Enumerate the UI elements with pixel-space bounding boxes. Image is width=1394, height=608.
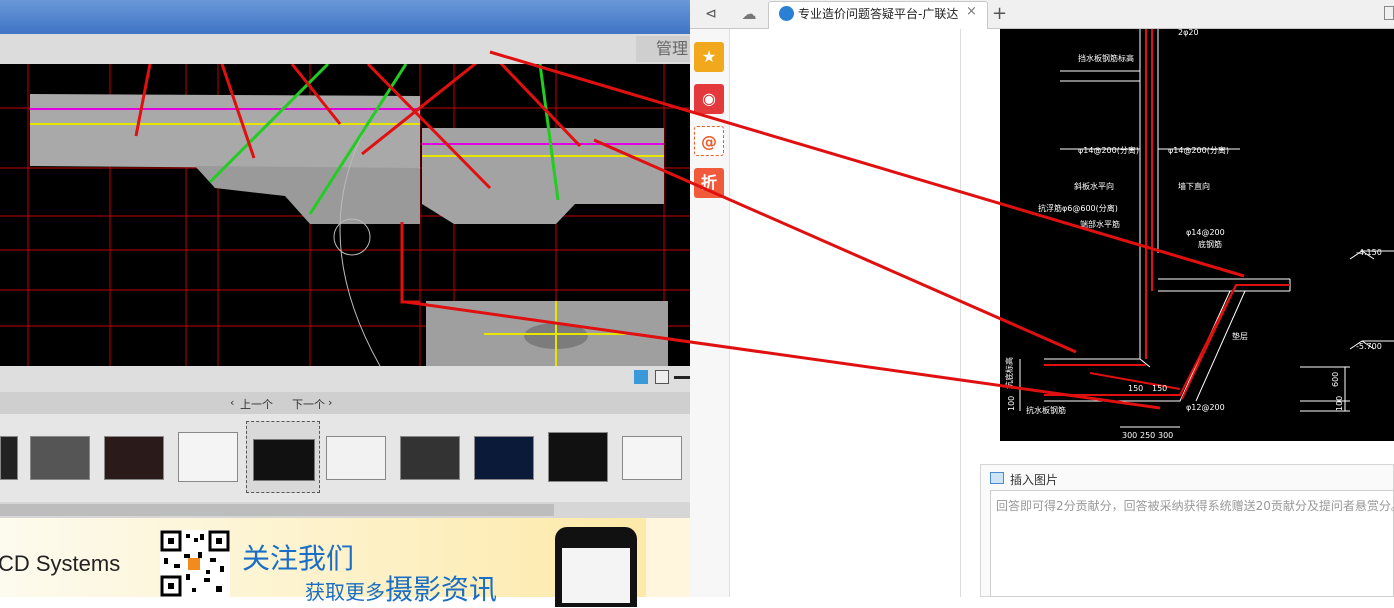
prev-link[interactable]: 上一个 <box>240 396 273 412</box>
svg-text:墙下直向: 墙下直向 <box>1178 181 1210 191</box>
thumbnail[interactable] <box>326 436 386 480</box>
image-nav-bar: ‹ 上一个 下一个 › <box>0 392 690 414</box>
thumbnail[interactable] <box>548 432 608 482</box>
next-link[interactable]: 下一个 <box>292 396 325 412</box>
phone-screen <box>562 548 630 603</box>
content-divider <box>960 29 961 597</box>
banner-more-text: 获取更多摄影资讯 <box>305 568 497 608</box>
cad-section-drawing: 2φ20 挡水板钢筋标高 φ14@200(分离) φ14@200(分离) 斜板水… <box>1004 28 1394 440</box>
svg-text:250: 250 <box>1140 431 1155 440</box>
site-favicon-icon <box>779 6 794 21</box>
thumbnail[interactable] <box>400 436 460 480</box>
insert-image-link[interactable]: 插入图片 <box>1010 471 1058 488</box>
svg-text:抗浮筋φ6@600(分离): 抗浮筋φ6@600(分离) <box>1038 203 1118 213</box>
thumbnail[interactable] <box>178 432 238 482</box>
zoom-slider[interactable] <box>674 376 690 379</box>
prev-chevron-icon[interactable]: ‹ <box>230 396 234 409</box>
cad-drawing-image: 2φ20 挡水板钢筋标高 φ14@200(分离) φ14@200(分离) 斜板水… <box>1000 28 1394 441</box>
fit-view-icon[interactable] <box>634 370 648 384</box>
svg-text:150: 150 <box>1128 384 1143 393</box>
svg-text:φ14@200(分离): φ14@200(分离) <box>1168 145 1229 155</box>
thumbnail[interactable] <box>30 436 90 480</box>
thumbnail[interactable] <box>0 436 18 480</box>
banner-company-name: CD Systems <box>0 551 121 576</box>
svg-text:2φ20: 2φ20 <box>1178 29 1199 37</box>
viewport-drawing <box>0 50 690 367</box>
cad-3d-viewport[interactable] <box>0 50 690 367</box>
svg-text:100: 100 <box>1335 396 1344 411</box>
share-sidebar <box>690 29 730 597</box>
svg-text:抗水板钢筋: 抗水板钢筋 <box>1026 405 1066 415</box>
scrollbar-thumb[interactable] <box>0 504 554 516</box>
thumbnail[interactable] <box>104 436 164 480</box>
thumbnail[interactable] <box>622 436 682 480</box>
manage-button[interactable]: 管理 <box>636 36 690 62</box>
thumbnail-scrollbar[interactable] <box>0 502 690 518</box>
svg-text:150: 150 <box>1152 384 1167 393</box>
viewer-toolbar <box>0 34 690 64</box>
svg-text:300: 300 <box>1122 431 1137 440</box>
svg-text:100: 100 <box>1007 396 1016 411</box>
banner-more-big: 摄影资讯 <box>385 573 498 606</box>
discount-icon[interactable]: 折 <box>694 168 724 198</box>
favorite-icon[interactable]: ★ <box>694 42 724 72</box>
svg-text:-5.700: -5.700 <box>1356 342 1382 351</box>
thumbnail-selected[interactable] <box>246 421 320 493</box>
svg-text:坑底标高: 坑底标高 <box>1004 357 1014 389</box>
qr-code-icon <box>160 530 230 597</box>
tab-title: 专业造价问题答疑平台-广联达 <box>798 7 959 21</box>
svg-text:600: 600 <box>1331 372 1340 387</box>
zoom-out-icon[interactable] <box>655 370 669 384</box>
viewer-title-bar <box>0 0 690 34</box>
slab-slope <box>195 166 420 224</box>
next-chevron-icon[interactable]: › <box>328 396 332 409</box>
svg-text:φ14@200: φ14@200 <box>1186 228 1225 237</box>
svg-text:垫层: 垫层 <box>1232 331 1248 341</box>
svg-text:挡水板钢筋标高: 挡水板钢筋标高 <box>1078 53 1134 63</box>
svg-text:斜板水平向: 斜板水平向 <box>1074 181 1114 191</box>
insert-image-icon[interactable] <box>990 472 1004 484</box>
tab-list-back-icon[interactable]: ⊲ <box>700 4 722 24</box>
window-restore-icon[interactable] <box>1384 6 1394 20</box>
svg-text:300: 300 <box>1158 431 1173 440</box>
svg-text:φ12@200: φ12@200 <box>1186 403 1225 412</box>
slab-right <box>422 128 664 224</box>
email-icon[interactable]: @ <box>694 126 724 156</box>
thumbnail[interactable] <box>474 436 534 480</box>
svg-text:端部水平筋: 端部水平筋 <box>1080 219 1120 229</box>
svg-text:底钢筋: 底钢筋 <box>1198 239 1222 249</box>
tab-close-icon[interactable]: × <box>966 4 980 19</box>
svg-text:-4.150: -4.150 <box>1356 248 1382 257</box>
cloud-icon[interactable]: ☁ <box>737 4 761 24</box>
answer-placeholder: 回答即可得2分贡献分，回答被采纳获得系统赠送20贡献分及提问者悬赏分。 <box>996 499 1394 513</box>
new-tab-icon[interactable]: + <box>992 3 1012 24</box>
view-control-bar <box>0 366 690 392</box>
svg-text:φ14@200(分离): φ14@200(分离) <box>1078 145 1139 155</box>
banner-more-prefix: 获取更多 <box>305 580 385 604</box>
weibo-icon[interactable]: ◉ <box>694 84 724 114</box>
